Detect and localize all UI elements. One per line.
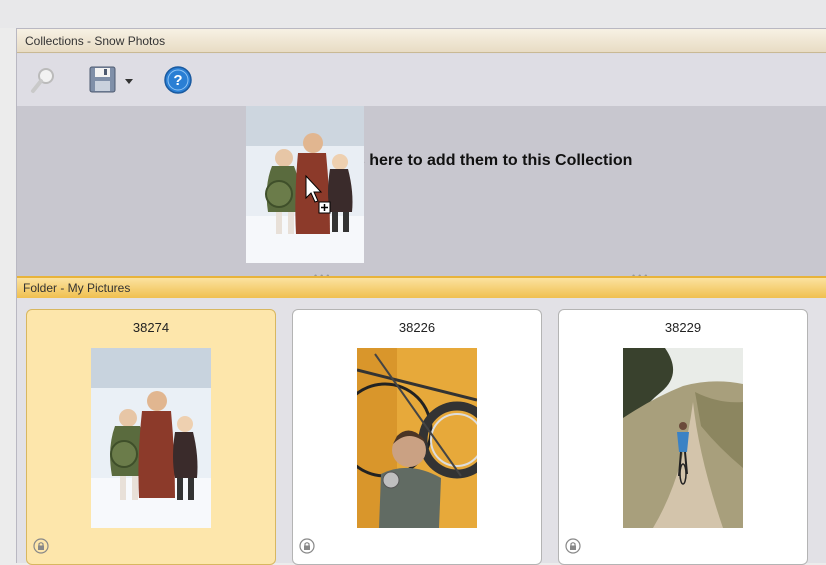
photo-gallery: 38274 38226 38229 [17,298,826,565]
dropdown-arrow-icon [125,79,133,84]
svg-text:?: ? [173,72,182,89]
help-button[interactable]: ? [162,64,194,96]
photo-thumbnail-cyclist-trail[interactable] [623,348,743,528]
top-strip [0,0,826,28]
photo-card-title: 38226 [398,320,436,335]
collection-drop-area[interactable]: es here to add them to this Collection [17,106,826,274]
magnifier-icon [31,68,54,93]
help-icon: ? [164,66,192,94]
save-dropdown-button[interactable] [121,64,137,96]
magnifier-button[interactable] [29,64,61,96]
main-window: Collections - Snow Photos ? es here to a… [16,28,826,565]
drop-hint-text: es here to add them to this Collection [347,152,633,169]
lock-icon [565,538,581,554]
photo-thumbnail-bicycle-repair[interactable] [357,348,477,528]
lock-icon [33,538,49,554]
photo-card-38274[interactable]: 38274 [26,309,276,565]
photo-card-title: 38274 [132,320,170,335]
folder-panel-title: Folder - My Pictures [23,281,131,295]
photo-card-title: 38229 [664,320,702,335]
save-button[interactable] [87,64,119,96]
photo-card-38226[interactable]: 38226 [292,309,542,565]
save-icon [89,66,116,93]
lock-icon [299,538,315,554]
collections-panel-title: Collections - Snow Photos [25,34,166,48]
photo-thumbnail-snow-family[interactable] [91,348,211,528]
photo-card-38229[interactable]: 38229 [558,309,808,565]
collections-toolbar: ? [17,54,826,106]
collections-panel-header: Collections - Snow Photos [17,29,826,53]
dragged-photo-thumbnail [246,106,364,263]
folder-panel-header: Folder - My Pictures [17,276,826,298]
